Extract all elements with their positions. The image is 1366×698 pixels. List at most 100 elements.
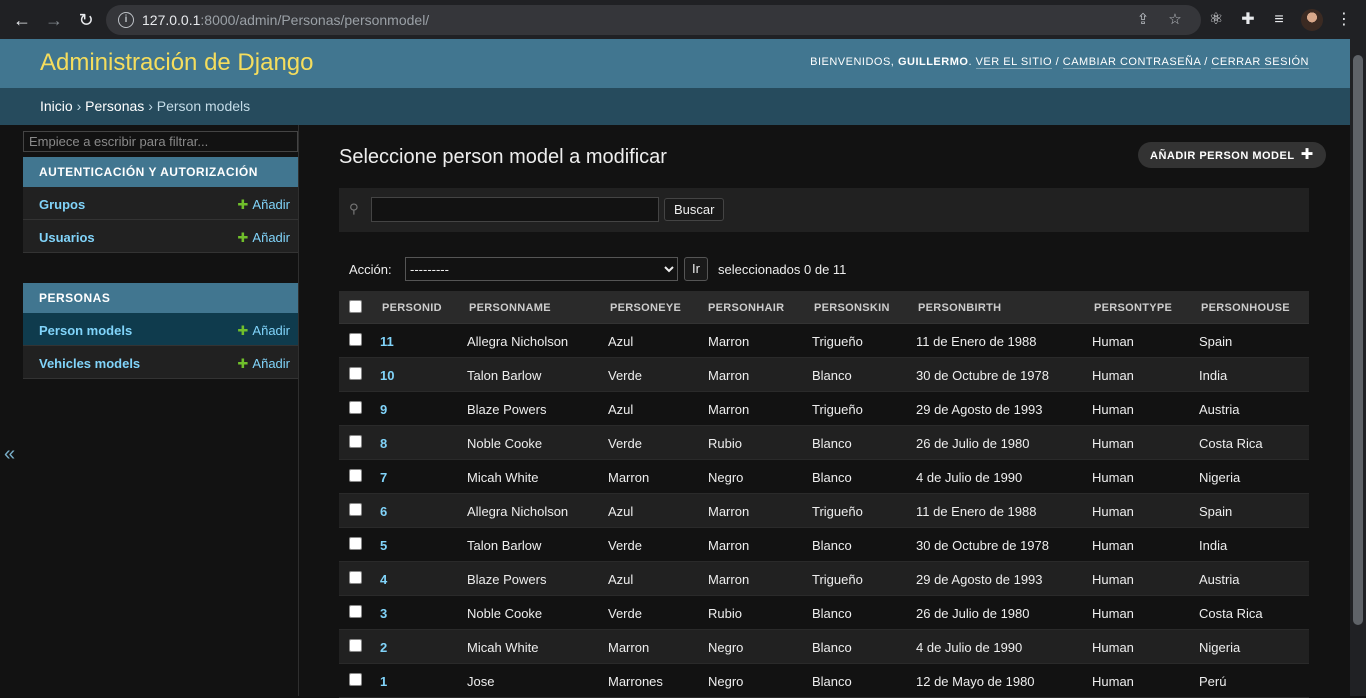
reload-icon[interactable]: ↻: [75, 9, 97, 31]
go-button[interactable]: Ir: [684, 257, 708, 281]
module-caption[interactable]: PERSONAS: [23, 283, 298, 313]
table-cell: Micah White: [467, 470, 539, 485]
view-site-link[interactable]: VER EL SITIO: [975, 56, 1053, 69]
table-cell: Jose: [467, 674, 495, 689]
table-cell: Blanco: [812, 674, 852, 689]
breadcrumb-home[interactable]: Inicio: [40, 98, 73, 114]
table-cell: Nigeria: [1199, 470, 1241, 485]
row-checkbox[interactable]: [349, 673, 362, 686]
add-person-model-button[interactable]: AÑADIR PERSON MODEL ✚: [1138, 142, 1326, 168]
row-checkbox[interactable]: [349, 435, 362, 448]
table-cell: Blanco: [812, 368, 852, 383]
nav-filter-input[interactable]: Empiece a escribir para filtrar...: [23, 131, 298, 152]
row-checkbox[interactable]: [349, 367, 362, 380]
plus-icon: ✚: [237, 230, 249, 245]
table-cell: Trigueño: [812, 402, 863, 417]
column-header[interactable]: PERSONBIRTH: [918, 302, 1001, 314]
search-input[interactable]: [371, 197, 659, 222]
kebab-menu-icon[interactable]: ⋮: [1333, 9, 1355, 31]
person-id-link[interactable]: 2: [380, 640, 387, 655]
column-header[interactable]: PERSONTYPE: [1094, 302, 1172, 314]
person-id-link[interactable]: 10: [380, 368, 394, 383]
sidebar-item-usuarios[interactable]: Usuarios ✚ Añadir: [23, 220, 298, 253]
site-branding[interactable]: Administración de Django: [40, 49, 313, 77]
add-link[interactable]: ✚ Añadir: [238, 323, 290, 339]
table-header: PERSONID PERSONNAME PERSONEYE PERSONHAIR…: [339, 291, 1309, 324]
sidebar-item-vehicles-models[interactable]: Vehicles models ✚ Añadir: [23, 346, 298, 379]
site-info-icon[interactable]: i: [118, 12, 134, 28]
welcome-text: BIENVENIDOS,: [810, 56, 895, 68]
sidebar-item-person-models[interactable]: Person models ✚ Añadir: [23, 313, 298, 346]
column-header[interactable]: PERSONSKIN: [814, 302, 890, 314]
address-bar[interactable]: i 127.0.0.1:8000/admin/Personas/personmo…: [106, 5, 1201, 35]
column-header[interactable]: PERSONHAIR: [708, 302, 784, 314]
sidebar-item-label[interactable]: Grupos: [39, 197, 85, 212]
sidebar-item-grupos[interactable]: Grupos ✚ Añadir: [23, 187, 298, 220]
person-id-link[interactable]: 3: [380, 606, 387, 621]
profile-avatar[interactable]: [1301, 9, 1323, 31]
table-cell: Human: [1092, 640, 1134, 655]
table-cell: Marrones: [608, 674, 663, 689]
row-checkbox[interactable]: [349, 605, 362, 618]
table-cell: Human: [1092, 402, 1134, 417]
sidebar-item-label[interactable]: Vehicles models: [39, 356, 140, 371]
search-button[interactable]: Buscar: [664, 198, 725, 221]
search-toolbar: ⚲ Buscar: [339, 188, 1309, 232]
back-icon[interactable]: ←: [11, 9, 33, 31]
plus-icon: ✚: [237, 323, 249, 338]
module-caption[interactable]: AUTENTICACIÓN Y AUTORIZACIÓN: [23, 157, 298, 187]
row-checkbox[interactable]: [349, 639, 362, 652]
browser-toolbar: ← → ↻ i 127.0.0.1:8000/admin/Personas/pe…: [0, 0, 1366, 39]
action-select[interactable]: ---------: [405, 257, 678, 281]
person-id-link[interactable]: 5: [380, 538, 387, 553]
row-checkbox[interactable]: [349, 503, 362, 516]
bookmark-star-icon[interactable]: ☆: [1166, 11, 1184, 29]
scrollbar-thumb[interactable]: [1353, 55, 1363, 625]
row-checkbox[interactable]: [349, 469, 362, 482]
row-checkbox[interactable]: [349, 401, 362, 414]
column-header[interactable]: PERSONNAME: [469, 302, 551, 314]
extensions-puzzle-icon[interactable]: ✚: [1237, 9, 1259, 31]
logout-link[interactable]: CERRAR SESIÓN: [1211, 56, 1309, 69]
person-id-link[interactable]: 8: [380, 436, 387, 451]
person-id-link[interactable]: 11: [380, 334, 394, 349]
table-cell: Blanco: [812, 436, 852, 451]
add-link[interactable]: ✚ Añadir: [238, 230, 290, 246]
media-queue-icon[interactable]: ≡: [1268, 9, 1290, 31]
actions-bar: Acción: --------- Ir seleccionados 0 de …: [339, 254, 1309, 284]
separator: /: [1055, 56, 1060, 68]
row-checkbox[interactable]: [349, 571, 362, 584]
person-id-link[interactable]: 4: [380, 572, 387, 587]
breadcrumb-app[interactable]: Personas: [85, 98, 144, 114]
table-cell: Marron: [608, 640, 650, 655]
table-cell: 11 de Enero de 1988: [916, 334, 1037, 349]
table-cell: Azul: [608, 572, 634, 587]
add-link[interactable]: ✚ Añadir: [238, 197, 290, 213]
table-cell: 4 de Julio de 1990: [916, 470, 1023, 485]
table-cell: Austria: [1199, 402, 1240, 417]
person-id-link[interactable]: 9: [380, 402, 387, 417]
row-checkbox[interactable]: [349, 537, 362, 550]
react-devtools-icon[interactable]: ⚛: [1205, 9, 1227, 31]
forward-icon[interactable]: →: [43, 9, 65, 31]
table-cell: Allegra Nicholson: [467, 504, 569, 519]
table-cell: Trigueño: [812, 334, 863, 349]
table-cell: Human: [1092, 470, 1134, 485]
person-id-link[interactable]: 1: [380, 674, 387, 689]
sidebar-item-label[interactable]: Usuarios: [39, 230, 95, 245]
column-header[interactable]: PERSONHOUSE: [1201, 302, 1290, 314]
person-id-link[interactable]: 6: [380, 504, 387, 519]
table-cell: Azul: [608, 402, 634, 417]
collapse-sidebar-icon[interactable]: «: [4, 443, 15, 466]
table-row: 5 Talon Barlow Verde Marron Blanco 30 de Octu…: [339, 528, 1309, 562]
page-scrollbar[interactable]: [1350, 39, 1366, 696]
select-all-checkbox[interactable]: [349, 300, 362, 313]
row-checkbox[interactable]: [349, 333, 362, 346]
column-header[interactable]: PERSONEYE: [610, 302, 681, 314]
person-id-link[interactable]: 7: [380, 470, 387, 485]
column-header[interactable]: PERSONID: [382, 302, 442, 314]
change-password-link[interactable]: CAMBIAR CONTRASEÑA: [1062, 56, 1201, 69]
sidebar-item-label[interactable]: Person models: [39, 323, 132, 338]
add-link[interactable]: ✚ Añadir: [238, 356, 290, 372]
share-icon[interactable]: ⇪: [1134, 11, 1152, 29]
